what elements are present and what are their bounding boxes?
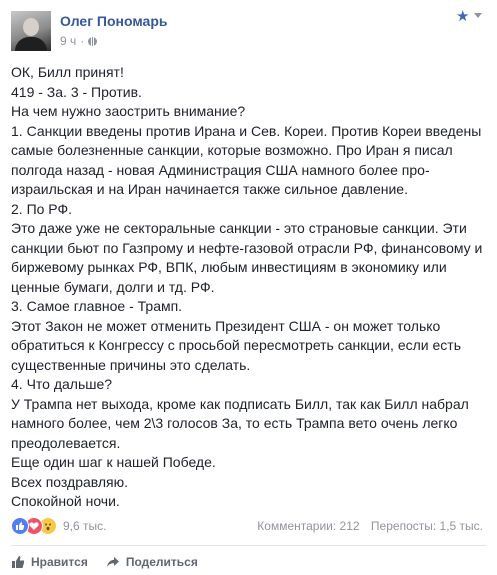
share-icon bbox=[106, 557, 119, 567]
avatar-shoulders bbox=[15, 37, 47, 51]
post-line: Всех поздравляю. bbox=[11, 473, 129, 490]
post-line: 419 - За. 3 - Против. bbox=[11, 83, 142, 100]
post-stats: Комментарии: 212 Перепосты: 1,5 тыс. bbox=[257, 519, 483, 533]
post-meta: 9 ч · bbox=[60, 34, 98, 48]
avatar-head bbox=[23, 18, 39, 36]
share-button[interactable]: Поделиться bbox=[106, 555, 198, 569]
like-icon bbox=[11, 517, 29, 535]
post-line: ОК, Билл принят! bbox=[11, 64, 124, 80]
avatar[interactable] bbox=[11, 11, 51, 51]
post-line: 2. По РФ. bbox=[11, 200, 73, 217]
comments-count[interactable]: Комментарии: 212 bbox=[257, 519, 359, 533]
like-button[interactable]: Нравится bbox=[11, 555, 88, 569]
thumb-up-icon bbox=[12, 556, 24, 568]
post-line: У Трампа нет выхода, кроме как подписать… bbox=[11, 395, 469, 451]
chevron-down-icon[interactable] bbox=[474, 13, 482, 18]
post-actions: Нравится Поделиться bbox=[11, 553, 198, 571]
like-label: Нравится bbox=[31, 555, 88, 569]
author-name[interactable]: Олег Пономарь bbox=[60, 13, 167, 29]
reactions-summary[interactable]: 9,6 тыс. bbox=[11, 517, 106, 535]
globe-icon[interactable] bbox=[88, 36, 98, 46]
post-line: 4. Что дальше? bbox=[11, 376, 113, 392]
share-label: Поделиться bbox=[125, 555, 198, 569]
post-line: 1. Санкции введены против Ирана и Сев. К… bbox=[11, 122, 482, 198]
post-text: ОК, Билл принят! 419 - За. 3 - Против. Н… bbox=[11, 63, 489, 512]
post-time[interactable]: 9 ч bbox=[60, 34, 76, 48]
post-line: На чем нужно заострить внимание? bbox=[11, 103, 246, 119]
post-line: Еще один шаг к нашей Победе. bbox=[11, 454, 216, 470]
post-line: Этот Закон не может отменить Президент С… bbox=[11, 317, 461, 373]
facebook-post: Олег Пономарь 9 ч · ★ ОК, Билл принят! 4… bbox=[0, 0, 497, 575]
post-line: 3. Самое главное - Трамп. bbox=[11, 298, 183, 314]
shares-count[interactable]: Перепосты: 1,5 тыс. bbox=[371, 519, 483, 533]
post-line: Спокойной ночи. bbox=[11, 493, 120, 509]
reactions-count[interactable]: 9,6 тыс. bbox=[63, 519, 106, 533]
star-icon[interactable]: ★ bbox=[456, 9, 469, 24]
post-line: Это даже уже не секторальные санкции - э… bbox=[11, 220, 483, 295]
divider bbox=[11, 545, 486, 546]
